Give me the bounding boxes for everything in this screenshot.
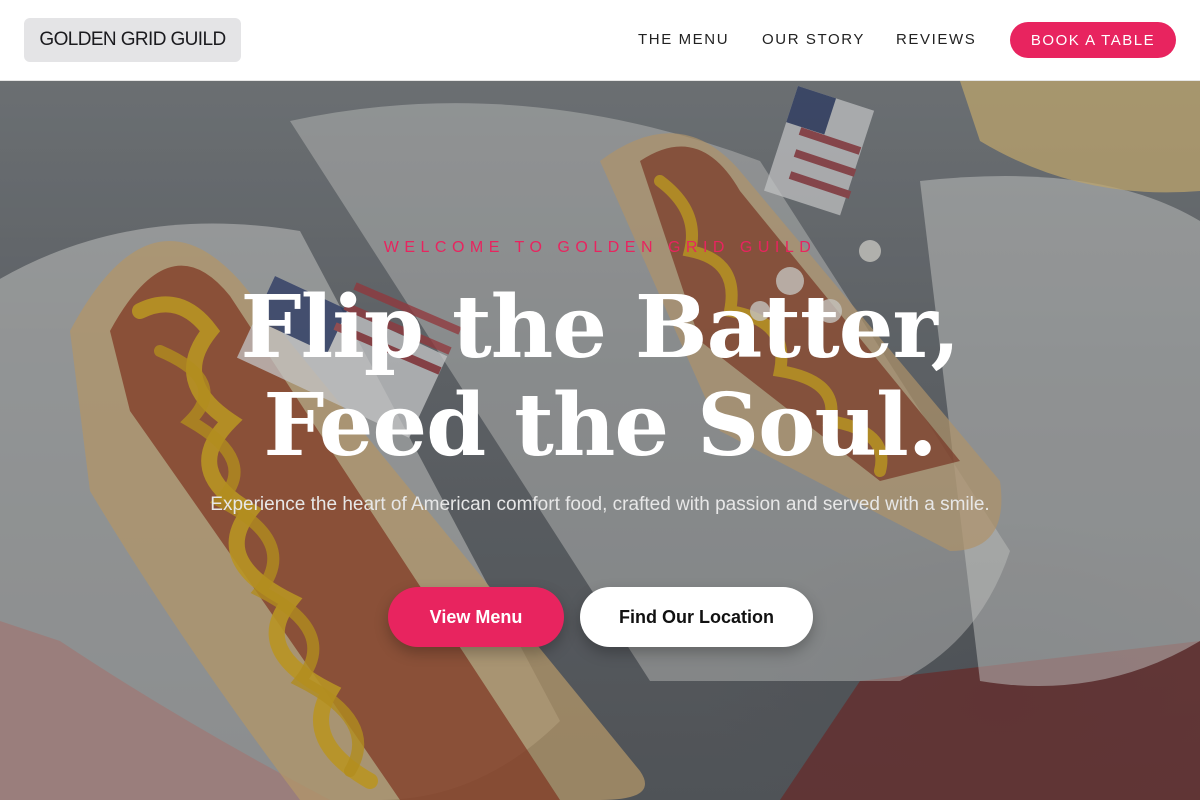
find-our-location-button[interactable]: Find Our Location bbox=[580, 587, 813, 647]
nav-link-the-menu[interactable]: THE MENU bbox=[638, 31, 729, 48]
nav-link-reviews[interactable]: REVIEWS bbox=[896, 31, 976, 48]
hero-headline: Flip the Batter, Feed the Soul. bbox=[0, 279, 1200, 475]
brand-logo[interactable]: GOLDEN GRID GUILD bbox=[24, 18, 241, 62]
find-our-location-label: Find Our Location bbox=[619, 606, 774, 627]
hero-headline-line-2: Feed the Soul. bbox=[263, 375, 937, 476]
brand-name: GOLDEN GRID GUILD bbox=[39, 29, 226, 50]
hero-headline-line-1: Flip the Batter, bbox=[240, 277, 961, 378]
nav-link-our-story[interactable]: OUR STORY bbox=[762, 31, 865, 48]
view-menu-button[interactable]: View Menu bbox=[388, 587, 564, 647]
hero-section: WELCOME TO GOLDEN GRID GUILD Flip the Ba… bbox=[0, 81, 1200, 800]
view-menu-label: View Menu bbox=[429, 606, 523, 627]
hero-subtext: Experience the heart of American comfort… bbox=[210, 494, 990, 515]
book-a-table-button[interactable]: BOOK A TABLE bbox=[1010, 22, 1176, 58]
book-a-table-label: BOOK A TABLE bbox=[1030, 31, 1156, 49]
hero-eyebrow: WELCOME TO GOLDEN GRID GUILD bbox=[383, 239, 817, 256]
top-navigation: GOLDEN GRID GUILD THE MENU OUR STORY REV… bbox=[0, 0, 1200, 81]
